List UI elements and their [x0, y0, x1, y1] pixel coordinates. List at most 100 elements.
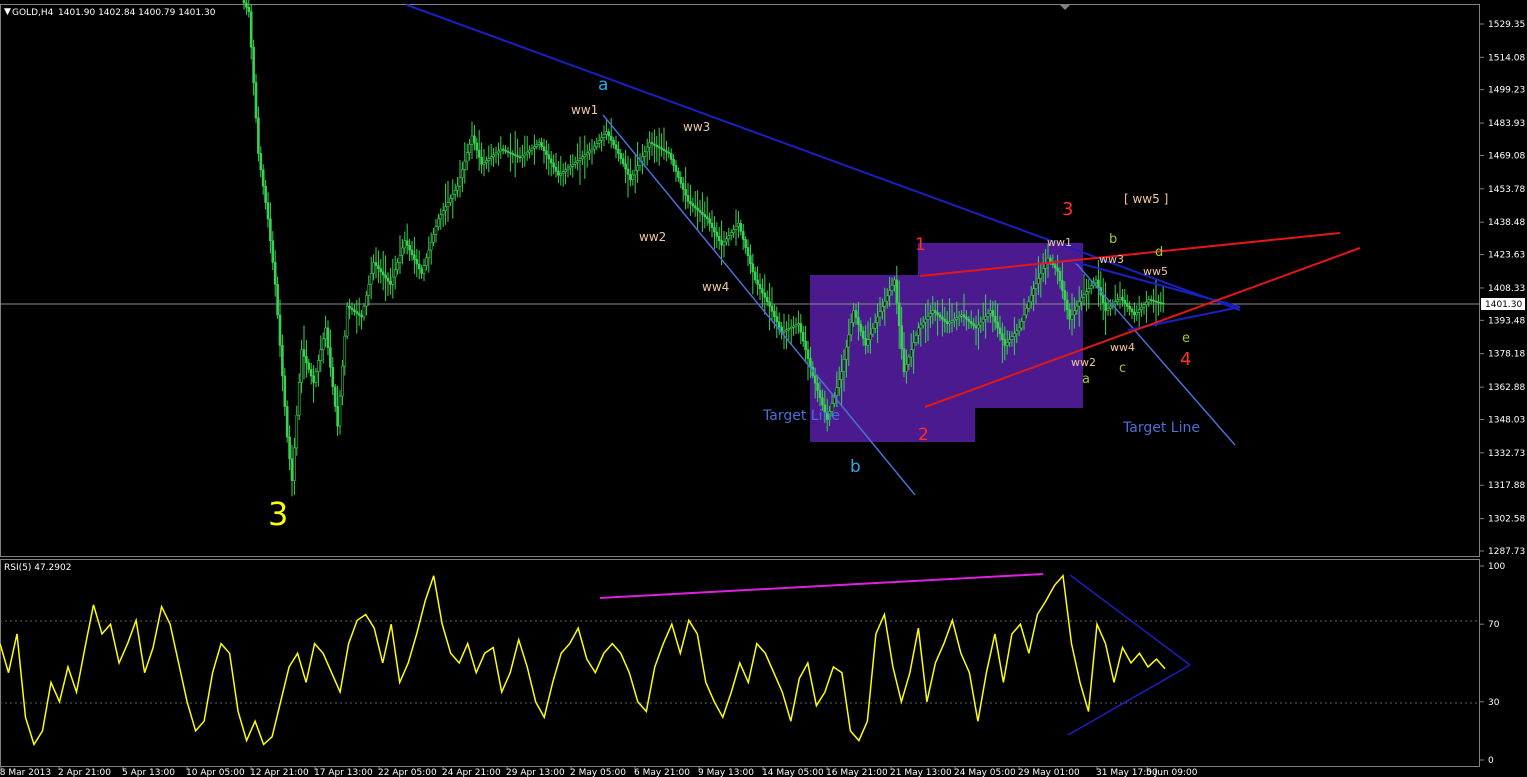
time-tick-label: 28 Mar 2013	[0, 768, 51, 777]
candle	[494, 146, 498, 164]
wave-label: ww3	[1099, 253, 1124, 266]
candle	[785, 321, 788, 350]
candle	[506, 146, 510, 158]
menu-arrow-icon[interactable]: ▼	[4, 7, 11, 17]
candle	[696, 190, 699, 231]
candle	[677, 167, 680, 182]
candle	[353, 304, 356, 316]
candle	[336, 385, 339, 436]
candle	[257, 106, 260, 162]
candle	[660, 133, 663, 157]
time-tick-label: 24 Apr 21:00	[442, 768, 501, 777]
wave-label: b	[850, 457, 861, 477]
candle	[612, 137, 615, 149]
price-axis: 1529.35 1514.08 1499.23 1483.93 1469.08 1453.…	[1480, 20, 1525, 557]
candle	[362, 303, 366, 321]
candle	[1133, 302, 1136, 323]
candle	[465, 143, 469, 171]
candle	[1106, 300, 1110, 316]
price-tick-label: 1529.35	[1488, 20, 1525, 30]
candle	[437, 213, 440, 231]
price-tick-label: 1408.33	[1488, 284, 1525, 294]
current-price-tag: 1401.30	[1485, 300, 1522, 310]
candle	[578, 136, 582, 185]
candle	[441, 202, 445, 227]
rsi-tick-label: 30	[1488, 698, 1500, 708]
wave-label: ww4	[702, 280, 729, 294]
candle	[669, 148, 673, 165]
wave-label: ww4	[1110, 341, 1135, 354]
candle	[333, 383, 337, 413]
rsi-tick-label: 70	[1488, 620, 1500, 630]
chart-shift-marker	[1060, 5, 1070, 10]
candle	[1147, 295, 1151, 307]
candle	[326, 320, 330, 356]
candle	[501, 144, 505, 155]
candle	[444, 183, 447, 225]
candle	[648, 131, 651, 160]
time-tick-label: 22 Apr 05:00	[378, 768, 437, 777]
candle	[434, 219, 438, 243]
candle	[413, 236, 416, 274]
candle	[252, 39, 255, 96]
candle	[396, 258, 399, 275]
candle	[509, 133, 512, 172]
candle	[384, 255, 387, 302]
time-tick-label: 14 May 05:00	[762, 768, 824, 777]
candle	[571, 154, 575, 178]
candle	[1145, 290, 1148, 323]
wave-label: b	[1109, 232, 1117, 247]
candle	[343, 330, 347, 376]
wave-label: e	[1182, 331, 1190, 346]
candle	[365, 290, 368, 316]
candle	[372, 254, 375, 281]
time-tick-label: 10 Apr 05:00	[186, 768, 245, 777]
time-tick-label: 5 Jun 09:00	[1146, 768, 1198, 777]
candle	[542, 138, 546, 164]
candle	[312, 365, 315, 403]
rsi-triangle-upper	[1069, 574, 1191, 666]
candle	[633, 154, 637, 194]
wave-label: ww1	[571, 103, 598, 117]
candle	[605, 118, 608, 141]
candle	[549, 151, 553, 177]
candle	[1101, 278, 1105, 321]
candle	[710, 210, 714, 238]
price-tick-label: 1332.73	[1488, 449, 1525, 459]
candle	[1161, 286, 1165, 313]
candle	[1137, 295, 1141, 328]
price-tick-label: 1499.23	[1488, 86, 1525, 96]
candle	[751, 253, 755, 295]
candle	[530, 144, 534, 156]
rsi-tick-label: 0	[1488, 756, 1494, 766]
chart-canvas[interactable]: a b ww1 ww2 ww3 ww4 1 2 3 4 3 ww1 ww2 ww3 ww4 ww5 [ ww5 …	[0, 0, 1527, 777]
candle	[324, 315, 327, 348]
price-tick-label: 1423.63	[1488, 251, 1525, 261]
candle	[617, 141, 620, 162]
rsi-tick-label: 100	[1488, 562, 1505, 572]
price-tick-label: 1438.48	[1488, 218, 1525, 228]
candle	[369, 256, 373, 300]
candle	[619, 148, 623, 165]
candle	[405, 223, 409, 255]
candle	[705, 196, 709, 226]
candle	[638, 153, 642, 172]
candle	[422, 258, 426, 282]
candle	[285, 400, 289, 443]
candle	[473, 125, 476, 151]
candle	[775, 306, 779, 339]
candle	[403, 231, 407, 254]
candle	[379, 258, 383, 284]
candle	[722, 231, 726, 258]
candle	[317, 354, 320, 387]
candle	[245, 0, 248, 15]
candle	[789, 319, 793, 345]
candle	[480, 142, 483, 174]
candle	[261, 164, 265, 195]
time-tick-label: 5 Apr 13:00	[122, 768, 175, 777]
wave-label: ww3	[683, 120, 710, 134]
candle	[1097, 260, 1100, 307]
candle	[1152, 288, 1155, 313]
candle	[693, 191, 697, 217]
price-tick-label: 1362.88	[1488, 383, 1525, 393]
